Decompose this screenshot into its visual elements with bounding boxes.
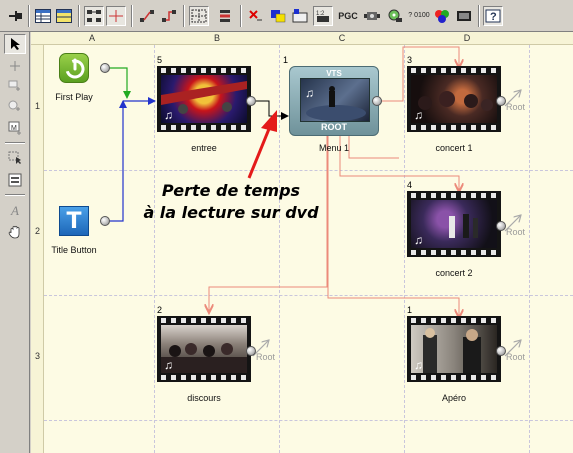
add-circle-icon[interactable]	[4, 96, 26, 116]
disc-icon[interactable]	[385, 6, 405, 26]
text-tool-icon[interactable]: A	[4, 200, 26, 220]
node-number: 4	[407, 180, 413, 190]
node-number: 3	[407, 55, 413, 65]
select-box-icon[interactable]	[4, 148, 26, 168]
node-number: 2	[157, 305, 163, 315]
entree-node[interactable]: ♫	[157, 66, 251, 132]
root-label: Root	[506, 102, 526, 112]
settings-icon[interactable]	[362, 6, 382, 26]
discours-connector[interactable]	[246, 346, 256, 356]
toolbar: 1:2 PGC ? 0100 ?	[0, 0, 573, 32]
first-play-label: First Play	[55, 92, 93, 102]
node-number: 1	[283, 55, 289, 65]
entree-connector[interactable]	[246, 96, 256, 106]
link-title-button	[104, 100, 127, 222]
counter-icon[interactable]: ? 0100	[408, 6, 430, 26]
title-button-label: Title Button	[51, 245, 97, 255]
first-play-icon[interactable]	[59, 53, 89, 83]
menu-1-label: Menu 1	[318, 143, 350, 153]
root-label: Root	[506, 227, 526, 237]
concert-2-node[interactable]: ♫	[407, 191, 501, 257]
root-label: Root	[256, 352, 276, 362]
pgc-icon[interactable]: PGC	[337, 6, 359, 26]
insert-icon[interactable]	[4, 170, 26, 190]
hand-icon[interactable]	[4, 222, 26, 242]
align-icon[interactable]	[215, 6, 235, 26]
discours-node[interactable]: ♫	[157, 316, 251, 382]
first-play-connector[interactable]	[100, 63, 110, 73]
palette-icon[interactable]	[432, 6, 452, 26]
annotation-line-1: Perte de temps	[161, 181, 301, 200]
pin-icon[interactable]	[6, 6, 26, 26]
chapter-icon[interactable]	[290, 6, 310, 26]
annotation-text: Perte de temps à la lecture sur dvd	[131, 180, 331, 224]
title-button-connector[interactable]	[100, 216, 110, 226]
link-alt-icon[interactable]	[159, 6, 179, 26]
title-button-glyph: T	[66, 208, 82, 234]
menu-1-node[interactable]: VTS ♫ ROOT	[289, 66, 379, 136]
svg-text:♫: ♫	[305, 86, 314, 100]
zoom-icon[interactable]: 1:2	[313, 6, 333, 26]
table-view-icon[interactable]	[33, 6, 53, 26]
help-icon[interactable]: ?	[483, 6, 503, 26]
title-button-icon[interactable]: T	[59, 206, 89, 236]
node-number: 1	[407, 305, 413, 315]
svg-text:M: M	[11, 125, 17, 132]
discours-label: discours	[187, 393, 221, 403]
concert-1-node[interactable]: ♫	[407, 66, 501, 132]
connector-icon[interactable]	[106, 6, 126, 26]
link-entree-menu	[256, 100, 289, 120]
navigation-canvas[interactable]: A B C D 1 2 3 First Play T Title Button …	[31, 32, 573, 453]
add-box-icon[interactable]	[4, 76, 26, 96]
annotation-arrow	[247, 123, 273, 179]
delete-link-icon[interactable]	[246, 6, 266, 26]
vts-badge: VTS	[326, 69, 342, 78]
list-view-icon[interactable]	[54, 6, 74, 26]
svg-text:?: ?	[490, 11, 497, 23]
apero-connector[interactable]	[496, 346, 506, 356]
link-menu-discours	[209, 136, 328, 313]
apero-label: Apéro	[441, 393, 467, 403]
concert-2-label: concert 2	[435, 268, 473, 278]
link-first-play	[104, 67, 131, 99]
node-number: 5	[157, 55, 163, 65]
svg-text:A: A	[10, 203, 19, 217]
add-icon[interactable]	[4, 56, 26, 76]
apero-node[interactable]: ♫	[407, 316, 501, 382]
root-label: Root	[506, 352, 526, 362]
annotation-line-2: à la lecture sur dvd	[143, 203, 319, 222]
menu-connector[interactable]	[372, 96, 382, 106]
concert-1-connector[interactable]	[496, 96, 506, 106]
counter-label: ? 0100	[408, 12, 430, 19]
film-icon[interactable]	[454, 6, 474, 26]
entree-label: entree	[191, 143, 217, 153]
menu-root-badge: ROOT	[321, 122, 347, 132]
tree-layout-icon[interactable]	[84, 6, 104, 26]
color-icon[interactable]	[268, 6, 288, 26]
add-menu-icon[interactable]: M	[4, 118, 26, 138]
pgc-label: PGC	[338, 11, 358, 21]
link-icon[interactable]	[137, 6, 157, 26]
grid-icon[interactable]	[189, 6, 209, 26]
concert-2-connector[interactable]	[496, 221, 506, 231]
pointer-icon[interactable]	[4, 34, 26, 54]
concert-1-label: concert 1	[435, 143, 473, 153]
tool-palette: M A	[0, 32, 30, 453]
